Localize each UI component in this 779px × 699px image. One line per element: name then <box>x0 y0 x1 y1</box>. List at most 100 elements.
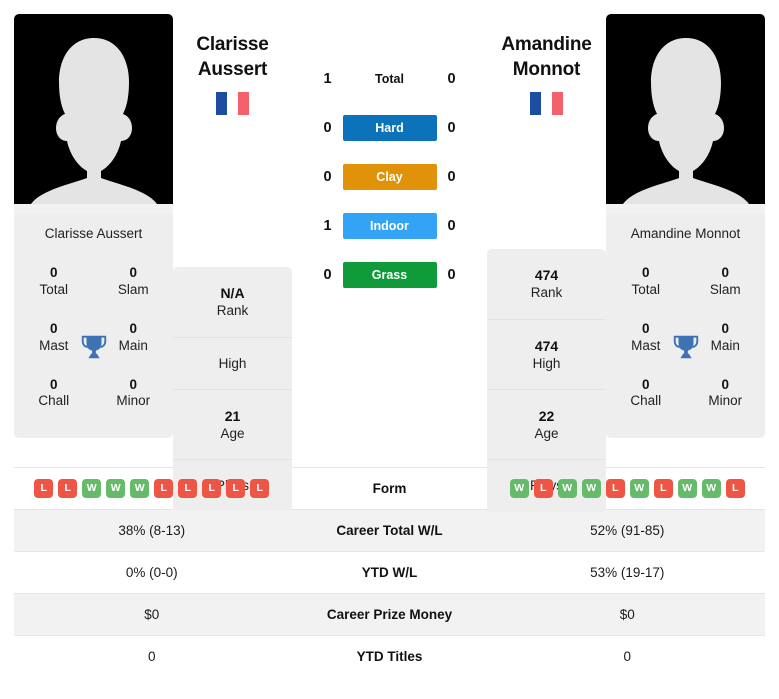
title-label: Chall <box>38 393 70 409</box>
trophy-icon <box>671 332 701 362</box>
title-stat: 0 Total <box>606 255 686 311</box>
h2h-left-score: 1 <box>323 71 332 87</box>
player-name-left: Clarisse Aussert <box>44 226 143 241</box>
h2h-row-grass: 0 Grass 0 <box>292 262 487 288</box>
form-badge-win: W <box>130 479 150 498</box>
player-heading-left: Clarisse Aussert <box>173 14 292 116</box>
value-left: 0 <box>147 649 156 664</box>
form-badge-win: W <box>581 479 601 498</box>
h2h-label: Total <box>375 72 404 86</box>
h2h-label-clay: Clay <box>342 164 437 190</box>
form-badge-win: W <box>557 479 577 498</box>
title-value: 0 <box>129 265 137 280</box>
form-badge-loss: L <box>58 479 78 498</box>
form-badge-win: W <box>106 479 126 498</box>
row-label: Form <box>372 481 407 496</box>
player-last-name-right: Monnot <box>512 59 581 81</box>
form-badges-right: WLWWLWLWWL <box>490 479 766 498</box>
player-comparison-header: Clarisse Aussert 0 Total 0 Slam 0 Mast 0… <box>0 0 779 512</box>
info-value: 21 <box>224 407 241 424</box>
title-label: Slam <box>117 281 149 297</box>
player-heading-right: Amandine Monnot <box>487 14 606 116</box>
title-label: Total <box>631 281 661 297</box>
title-label: Minor <box>116 393 151 409</box>
table-row-form: LLWWWLLLLL Form WLWWLWLWWL <box>14 467 765 509</box>
table-row-career-total-wl: 38% (8-13) Career Total W/L 52% (91-85) <box>14 509 765 551</box>
info-label: Age <box>220 425 245 441</box>
france-flag-icon-right <box>529 92 564 116</box>
row-label: Career Prize Money <box>326 607 453 622</box>
form-badge-win: W <box>82 479 102 498</box>
title-stat: 0 Chall <box>14 367 94 423</box>
title-value: 0 <box>129 376 137 392</box>
form-cell-right: WLWWLWLWWL <box>490 479 766 498</box>
player-info-left: N/A Rank High 21 Age Plays <box>173 267 292 512</box>
info-age-right: 22 Age <box>487 390 606 461</box>
h2h-left-score: 0 <box>323 120 332 136</box>
h2h-right-score: 0 <box>447 267 456 283</box>
form-badge-loss: L <box>226 479 246 498</box>
row-label: YTD Titles <box>356 649 423 664</box>
info-value: 474 <box>534 337 559 354</box>
info-age-left: 21 Age <box>173 390 292 461</box>
value-left: 38% (8-13) <box>118 523 186 538</box>
form-badge-loss: L <box>533 479 553 498</box>
h2h-right-score: 0 <box>447 71 456 87</box>
player-card-left: Clarisse Aussert 0 Total 0 Slam 0 Mast 0… <box>14 14 173 439</box>
h2h-left-score: 0 <box>323 169 332 185</box>
form-badges-left: LLWWWLLLLL <box>14 479 290 498</box>
player-card-right: Amandine Monnot 0 Total 0 Slam 0 Mast 0 … <box>606 14 766 439</box>
form-badge-loss: L <box>202 479 222 498</box>
form-badge-win: W <box>629 479 649 498</box>
info-value: N/A <box>220 285 245 302</box>
form-badge-loss: L <box>653 479 673 498</box>
info-rank-left: N/A Rank <box>173 267 292 338</box>
title-stat: 0 Slam <box>94 255 174 311</box>
title-label: Total <box>39 281 69 297</box>
title-value: 0 <box>49 265 58 280</box>
h2h-left-score: 1 <box>323 218 332 234</box>
title-value: 0 <box>641 376 650 392</box>
title-stat: 0 Minor <box>686 367 766 423</box>
h2h-right-score: 0 <box>447 218 456 234</box>
player-first-name-right: Amandine <box>501 34 592 55</box>
value-left: $0 <box>144 607 160 622</box>
form-badge-loss: L <box>34 479 54 498</box>
info-label: High <box>532 355 561 371</box>
head-to-head-panel: 1 Total 0 0 Hard 0 0 Clay 0 1 Indoor 0 0… <box>292 14 487 311</box>
row-label: Career Total W/L <box>336 523 443 538</box>
info-value: 474 <box>534 267 559 284</box>
h2h-label-hard: Hard <box>342 115 437 141</box>
form-badge-loss: L <box>250 479 270 498</box>
photo-bottom-strip <box>606 204 765 214</box>
h2h-right-score: 0 <box>447 169 456 185</box>
title-value: 0 <box>721 376 729 392</box>
player-last-name-left: Aussert <box>197 59 268 81</box>
value-right: $0 <box>619 607 635 622</box>
player-photo-left <box>14 14 173 214</box>
table-row-career-prize-money: $0 Career Prize Money $0 <box>14 593 765 635</box>
value-right: 53% (19-17) <box>590 565 665 580</box>
h2h-label-grass: Grass <box>342 262 437 288</box>
titles-grid-left: 0 Total 0 Slam 0 Mast 0 Main 0 Chall 0 M… <box>14 255 173 438</box>
player-first-name-left: Clarisse <box>196 34 269 55</box>
title-value: 0 <box>49 376 58 392</box>
form-badge-loss: L <box>154 479 174 498</box>
form-badge-loss: L <box>725 479 745 498</box>
h2h-row-hard: 0 Hard 0 <box>292 115 487 141</box>
info-high-right: 474 High <box>487 320 606 390</box>
title-value: 0 <box>641 265 650 280</box>
player-info-right: 474 Rank 474 High 22 Age Plays <box>487 249 606 512</box>
value-right: 0 <box>623 649 631 664</box>
info-label: High <box>218 355 247 371</box>
form-badge-loss: L <box>605 479 625 498</box>
title-label: Slam <box>709 281 741 297</box>
form-cell-left: LLWWWLLLLL <box>14 479 290 498</box>
info-label: Rank <box>530 285 563 301</box>
title-stat: 0 Minor <box>94 367 174 423</box>
h2h-row-total: 1 Total 0 <box>292 66 487 92</box>
table-row-ytd-titles: 0 YTD Titles 0 <box>14 635 765 677</box>
row-label: YTD W/L <box>361 565 418 580</box>
h2h-row-indoor: 1 Indoor 0 <box>292 213 487 239</box>
player-name-right: Amandine Monnot <box>630 226 741 241</box>
